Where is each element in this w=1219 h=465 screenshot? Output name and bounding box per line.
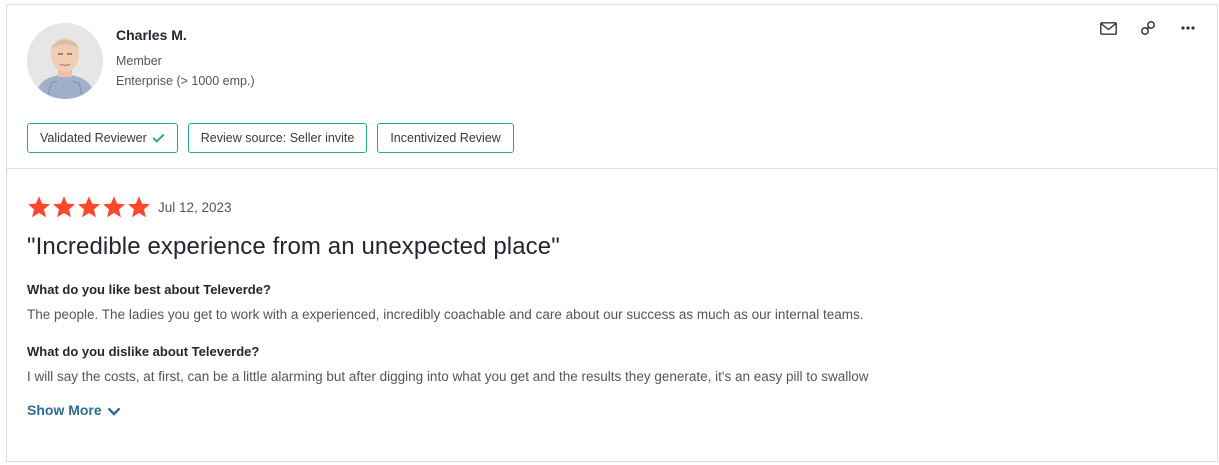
star-icon xyxy=(53,196,75,218)
avatar[interactable] xyxy=(27,23,103,99)
review-actions xyxy=(1099,19,1197,37)
badge-label: Incentivized Review xyxy=(390,131,501,145)
link-icon[interactable] xyxy=(1139,19,1157,37)
star-icon xyxy=(28,196,50,218)
reviewer-company-size: Enterprise (> 1000 emp.) xyxy=(116,74,255,88)
review-body: Jul 12, 2023 "Incredible experience from… xyxy=(27,195,1197,420)
show-more-label: Show More xyxy=(27,402,102,418)
like-answer: The people. The ladies you get to work w… xyxy=(27,307,864,322)
star-rating xyxy=(27,195,151,219)
badge-incentivized-review[interactable]: Incentivized Review xyxy=(377,123,514,153)
badge-label: Validated Reviewer xyxy=(40,131,147,145)
badge-review-source[interactable]: Review source: Seller invite xyxy=(187,123,368,153)
reviewer-role: Member xyxy=(116,54,162,68)
review-header: Charles M. Member Enterprise (> 1000 emp… xyxy=(7,5,1217,169)
more-horizontal-icon[interactable] xyxy=(1179,19,1197,37)
reviewer-name[interactable]: Charles M. xyxy=(116,27,187,43)
star-icon xyxy=(128,196,150,218)
review-date: Jul 12, 2023 xyxy=(158,199,232,215)
reviewer-badges: Validated Reviewer Review source: Seller… xyxy=(27,123,514,153)
review-title: "Incredible experience from an unexpecte… xyxy=(27,233,560,260)
star-icon xyxy=(103,196,125,218)
rating-row: Jul 12, 2023 xyxy=(27,195,1197,219)
dislike-answer: I will say the costs, at first, can be a… xyxy=(27,369,869,384)
star-icon xyxy=(78,196,100,218)
badge-label: Review source: Seller invite xyxy=(200,131,355,145)
show-more-button[interactable]: Show More xyxy=(27,402,120,418)
dislike-question: What do you dislike about Televerde? xyxy=(27,344,260,359)
badge-validated-reviewer[interactable]: Validated Reviewer xyxy=(27,123,178,153)
chevron-down-icon xyxy=(107,407,120,416)
envelope-icon[interactable] xyxy=(1099,19,1117,37)
check-icon xyxy=(152,133,165,143)
like-question: What do you like best about Televerde? xyxy=(27,282,271,297)
review-card: Charles M. Member Enterprise (> 1000 emp… xyxy=(6,4,1218,462)
